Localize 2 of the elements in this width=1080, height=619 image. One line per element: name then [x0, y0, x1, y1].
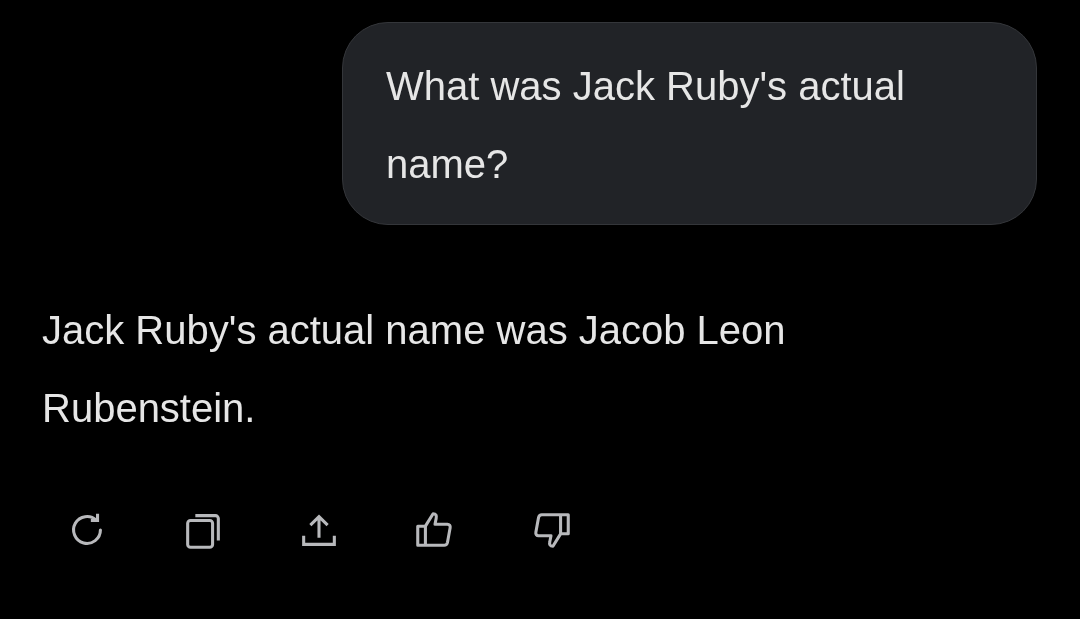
user-message-text: What was Jack Ruby's actual name?	[386, 63, 906, 188]
assistant-message-text: Jack Ruby's actual name was Jacob Leon Rubenstein.	[41, 307, 787, 432]
